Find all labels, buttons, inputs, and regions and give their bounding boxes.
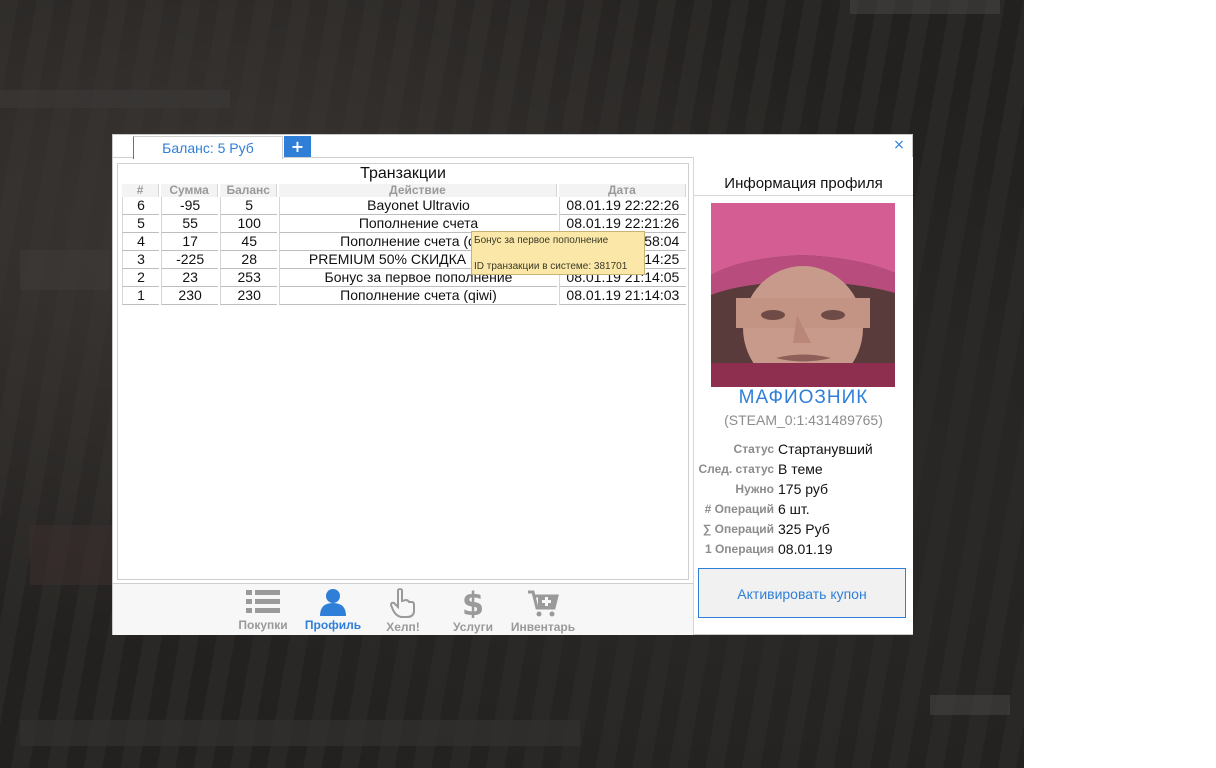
cell-sum: 55 <box>161 215 219 233</box>
cell-date: 08.01.19 21:14:03 <box>558 287 686 305</box>
avatar <box>711 203 895 387</box>
cell-sum: 230 <box>161 287 219 305</box>
cell-number: 4 <box>122 233 160 251</box>
stat-row-first-operation: 1 Операция 08.01.19 <box>694 539 913 559</box>
background-blur <box>20 250 110 290</box>
close-icon[interactable]: × <box>891 137 907 153</box>
column-header-date: Дата <box>558 184 686 197</box>
tooltip-transaction-id: ID транзакции в системе: 381701 <box>474 261 628 272</box>
column-header-action: Действие <box>279 184 557 197</box>
list-icon <box>246 590 280 613</box>
stat-label: 1 Операция <box>704 542 774 556</box>
cell-balance: 230 <box>220 287 278 305</box>
cell-balance: 100 <box>220 215 278 233</box>
stat-row-status: Статус Стартанувший <box>694 439 913 459</box>
stat-value: Стартанувший <box>778 441 873 457</box>
cell-action: Пополнение счета (qiwi) <box>279 287 557 305</box>
profile-panel: Информация профиля МАФИОЗНИК (STEAM_0:1:… <box>693 157 913 634</box>
background-blur <box>850 0 1000 14</box>
transactions-panel: Транзакции # Сумма Баланс Действие Дата … <box>117 163 689 580</box>
cell-sum: -225 <box>161 251 219 269</box>
profile-stats: Статус Стартанувший След. статус В теме Ну… <box>694 439 913 559</box>
cell-sum: 17 <box>161 233 219 251</box>
cell-number: 5 <box>122 215 160 233</box>
column-header-number: # <box>122 184 160 197</box>
stat-row-operations-count: # Операций 6 шт. <box>694 499 913 519</box>
table-row[interactable]: 6 -95 5 Bayonet Ultravio 08.01.19 22:22:… <box>122 197 686 215</box>
stat-row-needed: Нужно 175 руб <box>694 479 913 499</box>
cell-sum: 23 <box>161 269 219 287</box>
transactions-title: Транзакции <box>360 165 446 182</box>
cell-balance: 28 <box>220 251 278 269</box>
stat-value: 6 шт. <box>778 501 810 517</box>
stat-row-operations-sum: ∑ Операций 325 Руб <box>694 519 913 539</box>
column-header-sum: Сумма <box>161 184 219 197</box>
nav-help[interactable]: Хелп! <box>368 588 438 634</box>
nav-services[interactable]: $ Услуги <box>438 588 508 634</box>
cell-number: 6 <box>122 197 160 215</box>
profile-steam-id: (STEAM_0:1:431489765) <box>724 412 883 428</box>
background-blur <box>30 525 120 585</box>
nav-inventory[interactable]: Инвентарь <box>508 588 578 634</box>
bottom-nav: Покупки Профиль Хелп! $ Услуги Инвентарь <box>113 583 693 635</box>
nav-label: Хелп! <box>386 620 420 634</box>
window-topbar: Баланс: 5 Руб + × <box>113 135 912 159</box>
cell-balance: 5 <box>220 197 278 215</box>
user-icon <box>320 589 346 616</box>
stat-value: В теме <box>778 461 823 477</box>
cell-action: Bayonet Ultravio <box>279 197 557 215</box>
stat-label: ∑ Операций <box>702 522 774 536</box>
table-header-row: # Сумма Баланс Действие Дата <box>122 184 686 197</box>
cell-balance: 45 <box>220 233 278 251</box>
dollar-icon: $ <box>462 588 484 618</box>
nav-profile[interactable]: Профиль <box>298 588 368 634</box>
stat-value: 175 руб <box>778 481 829 497</box>
activate-coupon-button[interactable]: Активировать купон <box>698 568 906 618</box>
cell-sum: -95 <box>161 197 219 215</box>
background-blur <box>930 695 1010 715</box>
nav-purchases[interactable]: Покупки <box>228 588 298 634</box>
cell-number: 2 <box>122 269 160 287</box>
add-balance-button[interactable]: + <box>284 136 311 157</box>
profile-header: Информация профиля <box>694 173 913 196</box>
stat-label: Нужно <box>735 482 774 496</box>
nav-label: Услуги <box>453 620 493 634</box>
hand-pointer-icon <box>389 588 415 618</box>
table-row[interactable]: 1 230 230 Пополнение счета (qiwi) 08.01.… <box>122 287 686 305</box>
stat-value: 325 Руб <box>778 521 830 537</box>
background-blur <box>0 90 230 108</box>
stat-label: Статус <box>733 442 774 456</box>
nav-label: Покупки <box>238 618 288 632</box>
stat-label: # Операций <box>704 502 774 516</box>
cell-date: 08.01.19 22:22:26 <box>558 197 686 215</box>
cart-plus-icon <box>528 590 559 617</box>
transaction-tooltip: Бонус за первое пополнение ID транзакции… <box>471 231 645 275</box>
tooltip-title: Бонус за первое пополнение <box>474 235 609 246</box>
balance-tab[interactable]: Баланс: 5 Руб <box>133 136 283 159</box>
stat-label: След. статус <box>698 462 774 476</box>
cell-number: 1 <box>122 287 160 305</box>
svg-text:$: $ <box>462 588 484 618</box>
nav-label: Профиль <box>304 618 362 632</box>
nav-label: Инвентарь <box>510 620 576 634</box>
column-header-balance: Баланс <box>220 184 278 197</box>
background-blur <box>20 720 580 746</box>
stat-value: 08.01.19 <box>778 541 833 557</box>
avatar-image <box>711 203 895 387</box>
cell-balance: 253 <box>220 269 278 287</box>
profile-name: МАФИОЗНИК <box>738 387 869 408</box>
cell-number: 3 <box>122 251 160 269</box>
stat-row-next-status: След. статус В теме <box>694 459 913 479</box>
shop-window: Баланс: 5 Руб + × Транзакции # Сумма Бал… <box>112 134 913 635</box>
